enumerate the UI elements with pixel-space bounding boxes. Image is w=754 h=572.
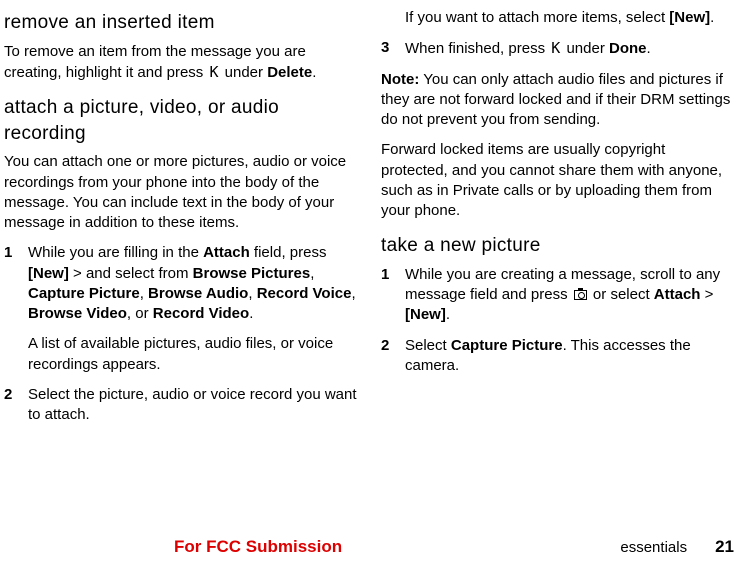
pic-step-1: 1 While you are creating a message, scro… (381, 265, 734, 326)
para-attach-intro: You can attach one or more pictures, aud… (4, 152, 357, 233)
step-2: 2 Select the picture, audio or voice rec… (4, 385, 357, 426)
heading-attach: attach a picture, video, or audio record… (4, 95, 357, 146)
fcc-label: For FCC Submission (174, 536, 342, 559)
softkey-icon: K (549, 38, 562, 58)
step-1-sub: A list of available pictures, audio file… (28, 334, 357, 375)
right-column: If you want to attach more items, select… (381, 8, 734, 528)
section-label: essentials (620, 538, 687, 558)
softkey-icon: K (207, 62, 220, 82)
label-delete: Delete (267, 64, 312, 81)
note: Note: You can only attach audio files an… (381, 70, 734, 131)
step-1: 1 While you are filling in the Attach fi… (4, 243, 357, 324)
step-3: 3 When finished, press K under Done. (381, 38, 734, 59)
para-forward-locked: Forward locked items are usually copyrig… (381, 140, 734, 221)
note-label: Note: (381, 71, 419, 88)
footer: For FCC Submission essentials 21 (4, 536, 734, 559)
pic-step-2: 2 Select Capture Picture. This accesses … (381, 336, 734, 377)
label-done: Done (609, 40, 647, 57)
step-2-cont: If you want to attach more items, select… (405, 8, 734, 28)
heading-remove-item: remove an inserted item (4, 10, 357, 36)
para-remove-item: To remove an item from the message you a… (4, 42, 357, 84)
page-number: 21 (715, 536, 734, 559)
camera-icon (574, 290, 587, 300)
heading-take-picture: take a new picture (381, 233, 734, 259)
left-column: remove an inserted item To remove an ite… (4, 8, 357, 528)
